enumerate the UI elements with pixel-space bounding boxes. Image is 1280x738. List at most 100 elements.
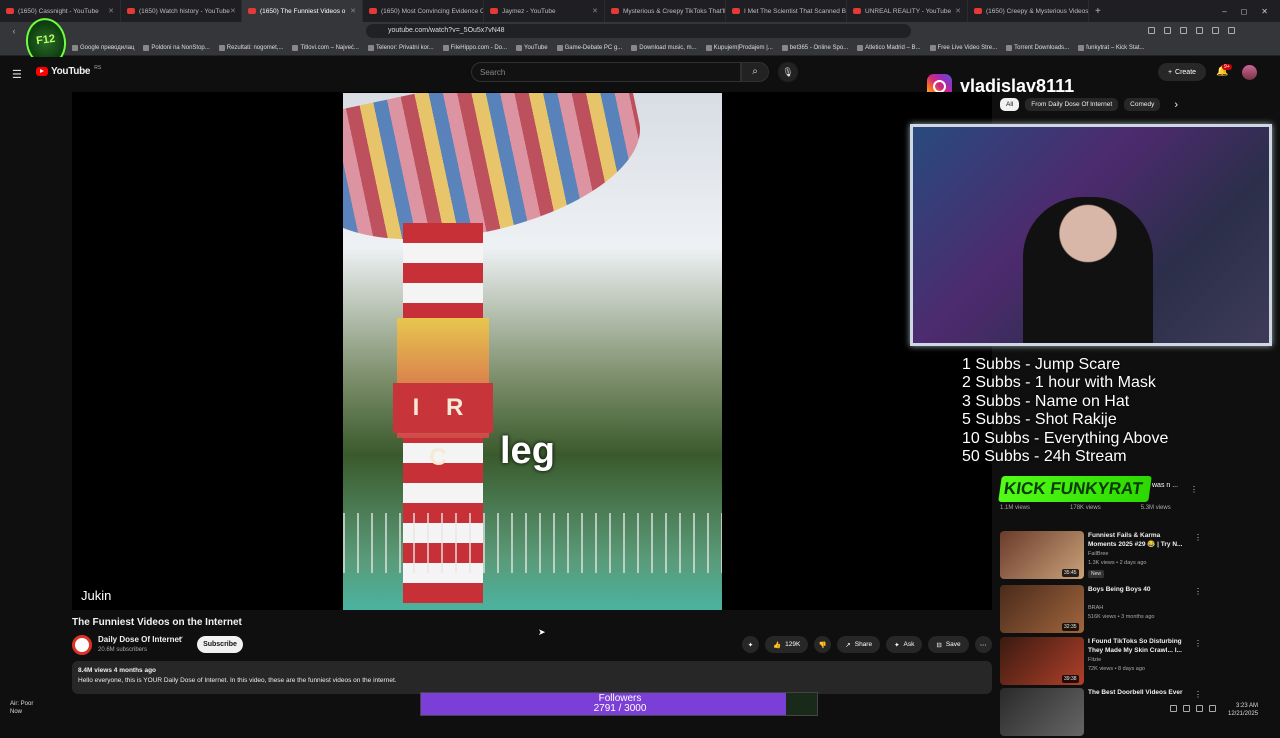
volume-icon[interactable] bbox=[1196, 705, 1203, 712]
pin-icon[interactable]: ✦ bbox=[742, 636, 759, 653]
close-tab-icon[interactable]: ✕ bbox=[230, 7, 236, 15]
system-clock[interactable]: 3:23 AM 12/21/2025 bbox=[1228, 702, 1258, 718]
more-options-icon[interactable]: ⋮ bbox=[1194, 533, 1202, 542]
close-window-button[interactable]: ✕ bbox=[1261, 7, 1268, 16]
channel-avatar[interactable] bbox=[72, 635, 92, 655]
browser-tab[interactable]: (1650) Cassnight - YouTube✕ bbox=[0, 0, 121, 22]
browser-tab[interactable]: (1650) The Funniest Videos o✕ bbox=[242, 0, 363, 22]
youtube-favicon-icon bbox=[127, 8, 135, 14]
bookmark-item[interactable]: Game-Debate PC g... bbox=[557, 45, 623, 51]
browser-tab[interactable]: I Met The Scientist That Scanned Bra✕ bbox=[726, 0, 847, 22]
close-tab-icon[interactable]: ✕ bbox=[955, 7, 961, 15]
channel-name[interactable]: BRAH bbox=[1088, 605, 1103, 611]
filter-chip[interactable]: All bbox=[1000, 98, 1019, 111]
extension-icon[interactable] bbox=[1180, 27, 1187, 34]
video-title[interactable]: I Found TikToks So Disturbing They Made … bbox=[1088, 637, 1186, 655]
bookmark-favicon-icon bbox=[443, 45, 449, 51]
tray-icon[interactable] bbox=[1183, 705, 1190, 712]
profile-icon[interactable] bbox=[1228, 27, 1235, 34]
new-tab-button[interactable]: + bbox=[1089, 6, 1107, 17]
more-options-icon[interactable]: ⋮ bbox=[1194, 587, 1202, 596]
browser-tab[interactable]: (1650) Watch history - YouTube✕ bbox=[121, 0, 242, 22]
bookmark-label: Titlovi.com – Najveć... bbox=[300, 45, 358, 51]
create-button[interactable]: + Create bbox=[1158, 63, 1206, 81]
maximize-button[interactable]: ◻ bbox=[1241, 7, 1248, 16]
extension-icon[interactable] bbox=[1196, 27, 1203, 34]
browser-tab[interactable]: (1650) Most Convincing Evidence Of✕ bbox=[363, 0, 484, 22]
bookmark-item[interactable]: YouTube bbox=[516, 45, 548, 51]
bookmark-item[interactable]: Rezultati: nogomet,... bbox=[219, 45, 284, 51]
subscribe-button[interactable]: Subscribe bbox=[197, 636, 243, 653]
bookmark-item[interactable]: Atletico Madrid – B... bbox=[857, 45, 920, 51]
ask-button[interactable]: ✦ Ask bbox=[886, 636, 922, 653]
bookmark-item[interactable]: Titlovi.com – Najveć... bbox=[292, 45, 358, 51]
filter-chip[interactable]: From Daily Dose Of Internet bbox=[1025, 98, 1118, 111]
bookmark-item[interactable]: Telenor: Privatni kor... bbox=[368, 45, 434, 51]
like-button[interactable]: 👍 129K bbox=[765, 636, 808, 653]
browser-tab-title: (1650) Watch history - YouTube bbox=[139, 8, 230, 15]
video-thumbnail[interactable] bbox=[1000, 688, 1084, 736]
video-title[interactable]: Boys Being Boys 40 bbox=[1088, 585, 1186, 594]
bookmark-label: Game-Debate PC g... bbox=[565, 45, 623, 51]
verified-icon: ✔ bbox=[178, 635, 184, 643]
more-actions-icon[interactable]: ⋯ bbox=[975, 636, 992, 653]
search-button[interactable]: ⌕ bbox=[741, 62, 769, 82]
menu-icon[interactable]: ☰ bbox=[12, 68, 22, 81]
bookmark-item[interactable]: Free Live Video Stre... bbox=[930, 45, 998, 51]
back-icon[interactable]: ‹ bbox=[6, 26, 22, 36]
recommended-video[interactable]: 32:35Boys Being Boys 40BRAH516K views • … bbox=[1000, 585, 1192, 635]
bookmark-item[interactable]: FileHippo.com - Do... bbox=[443, 45, 507, 51]
tray-icon[interactable] bbox=[1170, 705, 1177, 712]
recommended-video[interactable]: 35:45Funniest Fails & Karma Moments 2025… bbox=[1000, 531, 1192, 581]
video-frame[interactable]: I R C bbox=[343, 93, 722, 610]
description-box[interactable]: 8.4M views 4 months ago Hello everyone, … bbox=[72, 661, 992, 694]
sub-goal-item: 1 Subbs - Jump Scare bbox=[962, 356, 1168, 374]
bookmark-item[interactable]: Poldoni na NonStop... bbox=[143, 45, 209, 51]
close-tab-icon[interactable]: ✕ bbox=[592, 7, 598, 15]
save-button[interactable]: ⊟ Save bbox=[928, 636, 968, 653]
user-avatar[interactable] bbox=[1242, 65, 1257, 80]
more-options-icon[interactable]: ⋮ bbox=[1190, 485, 1198, 494]
bookmark-item[interactable]: funkytrat – Kick Stat... bbox=[1078, 45, 1144, 51]
recommended-video[interactable]: The Best Doorbell Videos Ever⋮ bbox=[1000, 688, 1192, 738]
bookmark-item[interactable]: Kupujem|Prodajem |... bbox=[706, 45, 773, 51]
bookmark-item[interactable]: bet365 - Online Spo... bbox=[782, 45, 848, 51]
url-field[interactable]: youtube.com/watch?v=_5Ou5x7vN48 bbox=[366, 24, 911, 38]
extension-icon[interactable] bbox=[1212, 27, 1219, 34]
youtube-logo[interactable]: YouTube RS bbox=[36, 66, 101, 77]
recommended-video[interactable]: 39:38I Found TikToks So Disturbing They … bbox=[1000, 637, 1192, 687]
close-tab-icon[interactable]: ✕ bbox=[108, 7, 114, 15]
bookmark-item[interactable]: Torrent Downloads... bbox=[1006, 45, 1069, 51]
video-title[interactable]: Funniest Fails & Karma Moments 2025 #29 … bbox=[1088, 531, 1186, 549]
browser-tab[interactable]: UNREAL REALITY - YouTube✕ bbox=[847, 0, 968, 22]
extension-icon[interactable] bbox=[1148, 27, 1155, 34]
bookmark-label: Kupujem|Prodajem |... bbox=[714, 45, 773, 51]
weather-widget[interactable]: Air: Poor Now bbox=[10, 700, 33, 716]
channel-name[interactable]: Daily Dose Of Internet bbox=[98, 635, 182, 644]
rec-title-fragment: was n ... bbox=[1152, 481, 1178, 490]
more-options-icon[interactable]: ⋮ bbox=[1194, 639, 1202, 648]
video-title[interactable]: The Best Doorbell Videos Ever bbox=[1088, 688, 1186, 697]
close-tab-icon[interactable]: ✕ bbox=[350, 7, 356, 15]
browser-tab[interactable]: (1650) Creepy & Mysterious Videos✕ bbox=[968, 0, 1089, 22]
share-button[interactable]: ↗ Share bbox=[837, 636, 880, 653]
dislike-button[interactable]: 👎 bbox=[814, 636, 831, 653]
minimize-button[interactable]: – bbox=[1222, 7, 1226, 16]
more-options-icon[interactable]: ⋮ bbox=[1194, 690, 1202, 699]
channel-name[interactable]: FailBree bbox=[1088, 551, 1108, 557]
video-actions: ✦ 👍 129K 👎 ↗ Share ✦ Ask ⊟ Save ⋯ bbox=[742, 636, 992, 653]
browser-tab[interactable]: Mysterious & Creepy TikToks That'll✕ bbox=[605, 0, 726, 22]
filter-chip[interactable]: Comedy bbox=[1124, 98, 1160, 111]
browser-tab[interactable]: Jaymez - YouTube✕ bbox=[484, 0, 605, 22]
network-icon[interactable] bbox=[1209, 705, 1216, 712]
bookmark-item[interactable]: Google преводилац bbox=[72, 45, 134, 51]
bookmark-favicon-icon bbox=[516, 45, 522, 51]
search-input[interactable]: Search bbox=[471, 62, 741, 82]
mouse-cursor-icon: ➤ bbox=[538, 627, 546, 638]
extension-icon[interactable] bbox=[1164, 27, 1171, 34]
voice-search-icon[interactable]: 🎙 bbox=[778, 62, 798, 82]
bookmark-favicon-icon bbox=[706, 45, 712, 51]
chevron-right-icon[interactable]: › bbox=[1174, 99, 1178, 111]
channel-name[interactable]: Fitzie bbox=[1088, 657, 1101, 663]
bookmark-item[interactable]: Download music, m... bbox=[631, 45, 696, 51]
